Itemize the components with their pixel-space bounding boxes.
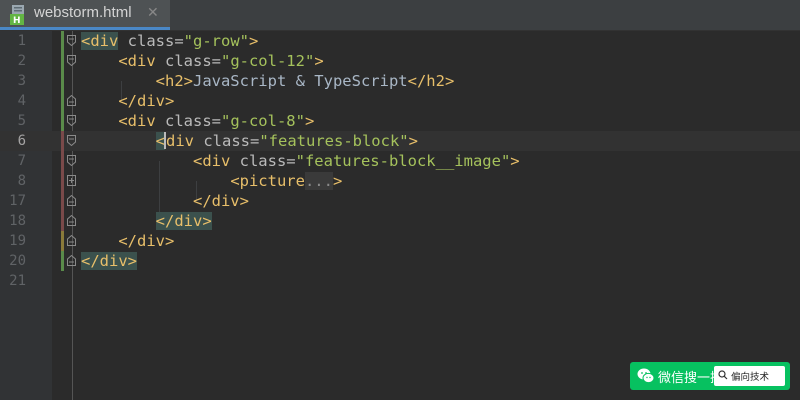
line-number: 6: [17, 133, 26, 149]
tag-open: <picture: [230, 172, 305, 190]
tag-open: <div: [118, 52, 156, 70]
tag-close: </div>: [118, 232, 175, 250]
wechat-search-box: 偏向技术: [714, 366, 785, 386]
tag-close: >: [304, 112, 315, 130]
fold-open-icon[interactable]: [67, 55, 76, 66]
line-number: 21: [9, 273, 26, 289]
tab-filename: webstorm.html: [34, 4, 132, 21]
wechat-search-badge: 微信搜一搜 偏向技术: [630, 362, 790, 390]
change-marker: [61, 31, 64, 51]
line-number: 4: [17, 93, 26, 109]
fold-end-icon[interactable]: [67, 195, 76, 206]
code-line[interactable]: 8 <picture...>: [0, 171, 800, 191]
attr-value: "g-col-12": [220, 52, 315, 70]
attr-value: "features-block": [259, 132, 409, 150]
tag-close: >: [510, 152, 520, 170]
attr-name: class=: [155, 112, 221, 130]
fold-end-icon[interactable]: [67, 255, 76, 266]
change-marker: [61, 211, 64, 231]
line-number: 19: [9, 233, 26, 249]
change-marker: [61, 231, 64, 251]
attr-value: "g-row": [183, 32, 249, 50]
html-file-icon: H: [10, 5, 24, 25]
fold-open-icon[interactable]: [67, 155, 76, 166]
tag-close: >: [332, 172, 343, 190]
tag-close: >: [248, 32, 259, 50]
wechat-icon: [637, 368, 655, 384]
tag-close: </div>: [118, 92, 175, 110]
attr-name: class=: [230, 152, 296, 170]
tag-close: </h2>: [407, 72, 455, 90]
code-line[interactable]: 5 <div class="g-col-8">: [0, 111, 800, 131]
change-marker: [61, 131, 64, 151]
code-line[interactable]: 21: [0, 271, 800, 291]
code-editor[interactable]: 1 <div class="g-row"> 2 <div class="g-co…: [0, 31, 800, 400]
line-number: 20: [9, 253, 26, 269]
tag-close: >: [408, 132, 418, 150]
line-number: 18: [9, 213, 26, 229]
tag-open: <div: [118, 112, 156, 130]
code-line[interactable]: 4 </div>: [0, 91, 800, 111]
code-line[interactable]: 18 </div>: [0, 211, 800, 231]
editor-tab-bar: H webstorm.html ✕: [0, 0, 800, 31]
tag-close: >: [314, 52, 324, 70]
fold-open-icon[interactable]: [67, 115, 76, 126]
fold-end-icon[interactable]: [67, 215, 76, 226]
text-content: JavaScript & TypeScript: [192, 72, 408, 90]
change-marker: [61, 191, 64, 211]
fold-open-icon[interactable]: [67, 135, 76, 146]
change-marker: [61, 71, 64, 91]
fold-end-icon[interactable]: [67, 235, 76, 246]
tag-open: <div: [192, 152, 231, 170]
line-number: 7: [17, 153, 26, 169]
code-line[interactable]: 19 </div>: [0, 231, 800, 251]
svg-text:H: H: [13, 16, 21, 25]
code-line[interactable]: 20 </div>: [0, 251, 800, 271]
attr-value: "features-block__image": [295, 152, 511, 170]
attr-name: class=: [155, 52, 221, 70]
change-marker: [61, 251, 64, 271]
attr-value: "g-col-8": [220, 112, 305, 130]
line-number: 17: [9, 193, 26, 209]
fold-end-icon[interactable]: [67, 95, 76, 106]
code-line[interactable]: 3 <h2>JavaScript & TypeScript</h2>: [0, 71, 800, 91]
change-marker: [61, 171, 64, 191]
line-number: 1: [17, 33, 26, 49]
line-number: 3: [17, 73, 26, 89]
tag-name: div: [166, 132, 194, 150]
fold-expand-icon[interactable]: [67, 175, 76, 186]
tag-close: </div>: [192, 192, 249, 210]
attr-name: class=: [118, 32, 184, 50]
code-line[interactable]: 17 </div>: [0, 191, 800, 211]
line-number: 8: [17, 173, 26, 189]
change-marker: [61, 51, 64, 71]
change-marker: [61, 151, 64, 171]
wechat-search-value: 偏向技术: [731, 372, 770, 383]
close-icon[interactable]: ✕: [147, 5, 159, 21]
change-marker: [61, 91, 64, 111]
code-line[interactable]: 7 <div class="features-block__image">: [0, 151, 800, 171]
code-line[interactable]: 2 <div class="g-col-12">: [0, 51, 800, 71]
code-line[interactable]: 1 <div class="g-row">: [0, 31, 800, 51]
search-icon: [718, 370, 728, 380]
tag-open: <div: [81, 32, 119, 50]
tab-webstorm-html[interactable]: H webstorm.html ✕: [0, 0, 170, 30]
tag-close: </div>: [81, 252, 137, 270]
line-number: 5: [17, 113, 26, 129]
folded-region[interactable]: ...: [304, 172, 333, 190]
attr-name: class=: [194, 132, 260, 150]
fold-open-icon[interactable]: [67, 35, 76, 46]
code-line-current[interactable]: 6 <div class="features-block">: [0, 131, 800, 151]
tag-close: </div>: [155, 212, 212, 230]
line-number: 2: [17, 53, 26, 69]
change-marker: [61, 111, 64, 131]
tag-open: <h2>: [155, 72, 193, 90]
